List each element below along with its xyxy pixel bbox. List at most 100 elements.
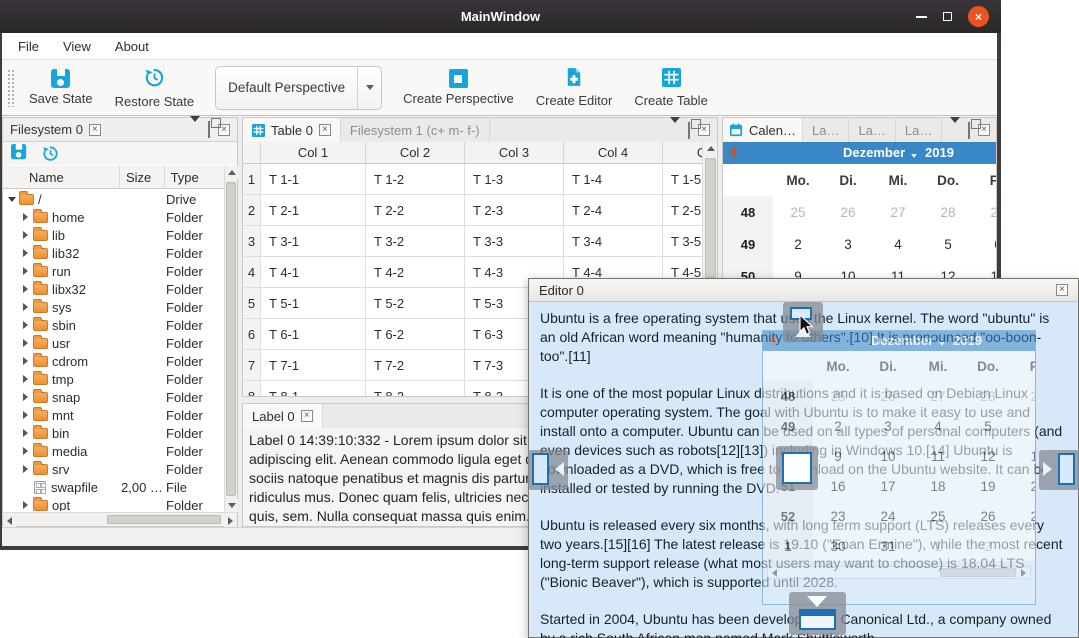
table-col-header[interactable]: Col 1 [261, 142, 366, 164]
tab-calendar[interactable]: Calen… [723, 118, 803, 142]
calendar-day[interactable]: 29 [973, 205, 996, 220]
minimize-button[interactable] [916, 16, 927, 18]
table-row-header[interactable]: 7 [243, 350, 261, 381]
tree-row[interactable]: runFolder [3, 262, 224, 280]
table-col-header[interactable]: Col 3 [465, 142, 564, 164]
table-col-header[interactable]: Col 2 [366, 142, 465, 164]
calendar-day[interactable]: 4 [873, 237, 923, 252]
table-cell[interactable]: T 4-1 [261, 257, 366, 288]
expand-arrow-icon[interactable] [20, 374, 31, 385]
table-row-header[interactable]: 6 [243, 319, 261, 350]
calendar-day[interactable]: 6 [973, 237, 996, 252]
table-row-header[interactable]: 8 [243, 381, 261, 396]
tree-row[interactable]: tmpFolder [3, 370, 224, 388]
table-row-header[interactable]: 2 [243, 195, 261, 226]
tree-row[interactable]: homeFolder [3, 208, 224, 226]
table-cell[interactable]: T 3-1 [261, 226, 366, 257]
dock-menu-button[interactable] [950, 123, 960, 138]
editor-titlebar[interactable]: Editor 0 × [529, 279, 1078, 302]
expand-arrow-icon[interactable] [20, 356, 31, 367]
expand-arrow-icon[interactable] [20, 302, 31, 313]
table-cell[interactable]: T 2-4 [564, 195, 663, 226]
filesystem-dock-titlebar[interactable]: Filesystem 0 × × [3, 118, 237, 142]
table-cell[interactable]: T 1-2 [366, 164, 465, 195]
table-cell[interactable]: T 8-1 [261, 381, 366, 396]
table-cell[interactable]: T 3-4 [564, 226, 663, 257]
calendar-month[interactable]: Dezember [843, 145, 905, 160]
tree-row[interactable]: sysFolder [3, 298, 224, 316]
expand-arrow-icon[interactable] [20, 266, 31, 277]
restore-history-icon[interactable] [42, 145, 59, 165]
menu-about[interactable]: About [103, 39, 161, 54]
tree-row[interactable]: sbinFolder [3, 316, 224, 334]
scroll-left-icon[interactable] [7, 517, 12, 525]
table-cell[interactable]: T 5-2 [366, 288, 465, 319]
restore-state-button[interactable]: Restore State [104, 65, 206, 111]
tab-label-3[interactable]: La… [896, 118, 942, 142]
table-cell[interactable]: T 3-3 [465, 226, 564, 257]
calendar-day[interactable]: 25 [773, 205, 823, 220]
table-cell[interactable]: T 2-3 [465, 195, 564, 226]
table-cell[interactable]: T 7-1 [261, 350, 366, 381]
month-dropdown-icon[interactable] [911, 154, 917, 158]
table-row-header[interactable]: 1 [243, 164, 261, 195]
table-cell[interactable]: T 2-2 [366, 195, 465, 226]
expand-arrow-icon[interactable] [20, 428, 31, 439]
scrollbar-thumb[interactable] [226, 182, 236, 496]
table-cell[interactable]: T 6-2 [366, 319, 465, 350]
table-row-header[interactable]: 5 [243, 288, 261, 319]
create-table-button[interactable]: Create Table [623, 66, 718, 110]
expand-arrow-icon[interactable] [20, 500, 31, 511]
table-cell[interactable]: T 1-4 [564, 164, 663, 195]
calendar-day[interactable]: 2 [773, 237, 823, 252]
calendar-day[interactable]: 5 [923, 237, 973, 252]
tree-row[interactable]: usrFolder [3, 334, 224, 352]
tab-label-0[interactable]: Label 0 × [243, 404, 323, 428]
expand-arrow-icon[interactable] [20, 284, 31, 295]
tab-filesystem-1[interactable]: Filesystem 1 (c+ m- f-) [341, 118, 490, 142]
dock-float-button[interactable] [688, 123, 690, 138]
calendar-day[interactable]: 26 [823, 205, 873, 220]
create-editor-button[interactable]: Create Editor [525, 65, 624, 110]
table-row-header[interactable]: 3 [243, 226, 261, 257]
tree-row[interactable]: snapFolder [3, 388, 224, 406]
calendar-year[interactable]: 2019 [925, 145, 954, 160]
horizontal-scrollbar[interactable] [3, 512, 237, 526]
table-cell[interactable]: T 1-1 [261, 164, 366, 195]
tab-table-0[interactable]: Table 0 × [243, 118, 341, 142]
tree-row[interactable]: optFolder [3, 496, 224, 511]
vertical-scrollbar[interactable] [224, 166, 237, 512]
tree-row[interactable]: swapfile2,00 …File [3, 478, 224, 496]
table-cell[interactable]: T 4-2 [366, 257, 465, 288]
scroll-up-icon[interactable] [707, 146, 715, 151]
calendar-day[interactable]: 27 [873, 205, 923, 220]
calendar-day[interactable]: 3 [823, 237, 873, 252]
maximize-button[interactable] [943, 12, 952, 21]
dock-menu-button[interactable] [190, 122, 200, 137]
drop-indicator-center[interactable] [776, 446, 818, 490]
scrollbar-thumb[interactable] [107, 515, 221, 524]
close-button[interactable]: × [968, 6, 989, 27]
create-perspective-button[interactable]: Create Perspective [392, 67, 525, 108]
table-cell[interactable]: T 6-1 [261, 319, 366, 350]
drop-indicator-left[interactable] [528, 450, 568, 490]
perspective-select[interactable]: Default Perspective [215, 66, 382, 110]
dock-tab-close-button[interactable]: × [89, 124, 101, 136]
table-col-header[interactable]: Col 4 [564, 142, 663, 164]
tree-col-name[interactable]: Name [3, 166, 120, 188]
scrollbar-thumb[interactable] [705, 158, 716, 278]
editor-close-button[interactable]: × [1056, 284, 1068, 296]
drop-indicator-right[interactable] [1039, 450, 1079, 490]
calendar-day[interactable]: 28 [923, 205, 973, 220]
tree-row[interactable]: mntFolder [3, 406, 224, 424]
tree-row[interactable]: mediaFolder [3, 442, 224, 460]
dock-float-button[interactable] [208, 122, 210, 137]
scroll-down-icon[interactable] [228, 503, 236, 508]
save-icon[interactable] [11, 144, 26, 159]
expand-arrow-icon[interactable] [20, 446, 31, 457]
expand-arrow-icon[interactable] [20, 338, 31, 349]
table-cell[interactable]: T 5-1 [261, 288, 366, 319]
table-row-header[interactable]: 4 [243, 257, 261, 288]
tree-row[interactable]: cdromFolder [3, 352, 224, 370]
scroll-right-icon[interactable] [228, 517, 233, 525]
